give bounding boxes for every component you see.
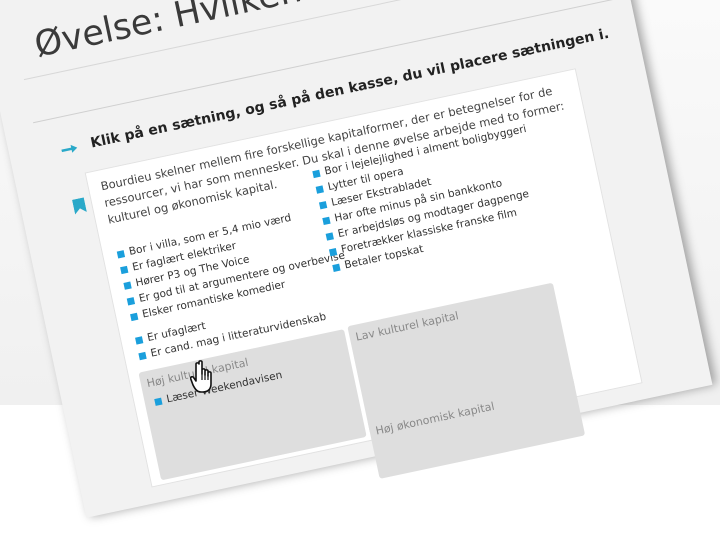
dropbox-label: Lav kulturel kapital <box>354 309 460 344</box>
square-bullet-icon <box>318 200 328 209</box>
arrow-right-icon <box>61 144 78 153</box>
square-bullet-icon <box>154 397 163 406</box>
square-bullet-icon <box>119 265 129 274</box>
square-bullet-icon <box>328 247 338 256</box>
square-bullet-icon <box>126 296 135 305</box>
square-bullet-icon <box>322 216 331 225</box>
square-bullet-icon <box>315 184 324 194</box>
exercise-page: Øvelse: Hvilken kapitalform Klik på en s… <box>0 0 713 518</box>
bookmark-icon <box>72 197 87 215</box>
square-bullet-icon <box>325 231 334 241</box>
hand-cursor-icon <box>190 360 212 393</box>
square-bullet-icon <box>129 312 139 321</box>
square-bullet-icon <box>116 249 125 258</box>
page-title: Øvelse: Hvilken kapitalform <box>31 0 511 66</box>
square-bullet-icon <box>123 280 132 290</box>
square-bullet-icon <box>332 263 341 272</box>
square-bullet-icon <box>138 351 147 360</box>
square-bullet-icon <box>134 335 144 345</box>
square-bullet-icon <box>312 169 321 178</box>
